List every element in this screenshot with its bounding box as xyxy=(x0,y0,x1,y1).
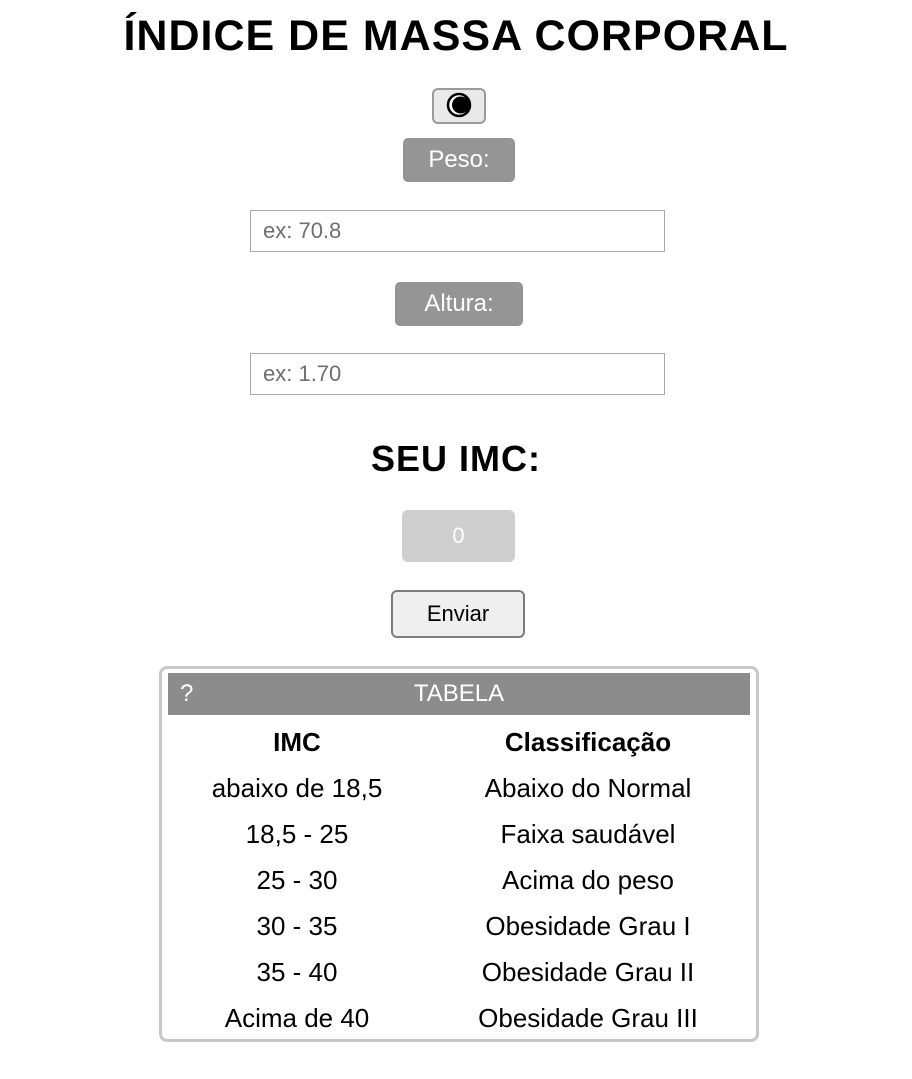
bmi-table-panel: ? TABELA IMC Classificação abaixo de 18,… xyxy=(159,666,759,1042)
imc-range-cell: 35 - 40 xyxy=(256,956,338,987)
classification-cell: Faixa saudável xyxy=(500,818,676,849)
imc-range-cell: 25 - 30 xyxy=(256,864,338,895)
classification-cell: Acima do peso xyxy=(502,864,674,895)
help-icon[interactable]: ? xyxy=(180,673,193,715)
table-row: 35 - 40 Obesidade Grau II xyxy=(168,949,750,995)
imc-range-cell: 30 - 35 xyxy=(256,910,338,941)
bmi-calculator-page: ÍNDICE DE MASSA CORPORAL Peso: Altura: S… xyxy=(0,0,912,1079)
table-header: ? TABELA xyxy=(168,673,750,715)
bmi-classification-table: IMC Classificação abaixo de 18,5 Abaixo … xyxy=(168,715,750,1041)
classification-cell: Obesidade Grau I xyxy=(485,910,691,941)
imc-range-cell: 18,5 - 25 xyxy=(245,818,349,849)
result-heading: SEU IMC: xyxy=(371,438,541,479)
height-input[interactable] xyxy=(250,353,665,395)
imc-range-cell: Acima de 40 xyxy=(224,1002,370,1033)
page-title: ÍNDICE DE MASSA CORPORAL xyxy=(123,12,789,60)
weight-label: Peso: xyxy=(403,138,515,182)
table-row: abaixo de 18,5 Abaixo do Normal xyxy=(168,765,750,811)
classification-cell: Abaixo do Normal xyxy=(484,772,692,803)
imc-range-cell: abaixo de 18,5 xyxy=(211,772,383,803)
weight-input[interactable] xyxy=(250,210,665,252)
bmi-result-value: 0 xyxy=(402,510,515,562)
theme-toggle-button[interactable] xyxy=(432,88,486,124)
table-row: 18,5 - 25 Faixa saudável xyxy=(168,811,750,857)
classification-cell: Obesidade Grau III xyxy=(478,1002,698,1033)
column-header-imc: IMC xyxy=(273,726,321,757)
table-header-row: IMC Classificação xyxy=(168,715,750,765)
half-moon-icon xyxy=(446,92,472,121)
height-label: Altura: xyxy=(395,282,523,326)
classification-cell: Obesidade Grau II xyxy=(481,956,695,987)
column-header-classification: Classificação xyxy=(504,726,672,757)
submit-button[interactable]: Enviar xyxy=(391,590,525,638)
table-row: 25 - 30 Acima do peso xyxy=(168,857,750,903)
table-row: Acima de 40 Obesidade Grau III xyxy=(168,995,750,1041)
table-title: TABELA xyxy=(413,680,505,707)
table-row: 30 - 35 Obesidade Grau I xyxy=(168,903,750,949)
